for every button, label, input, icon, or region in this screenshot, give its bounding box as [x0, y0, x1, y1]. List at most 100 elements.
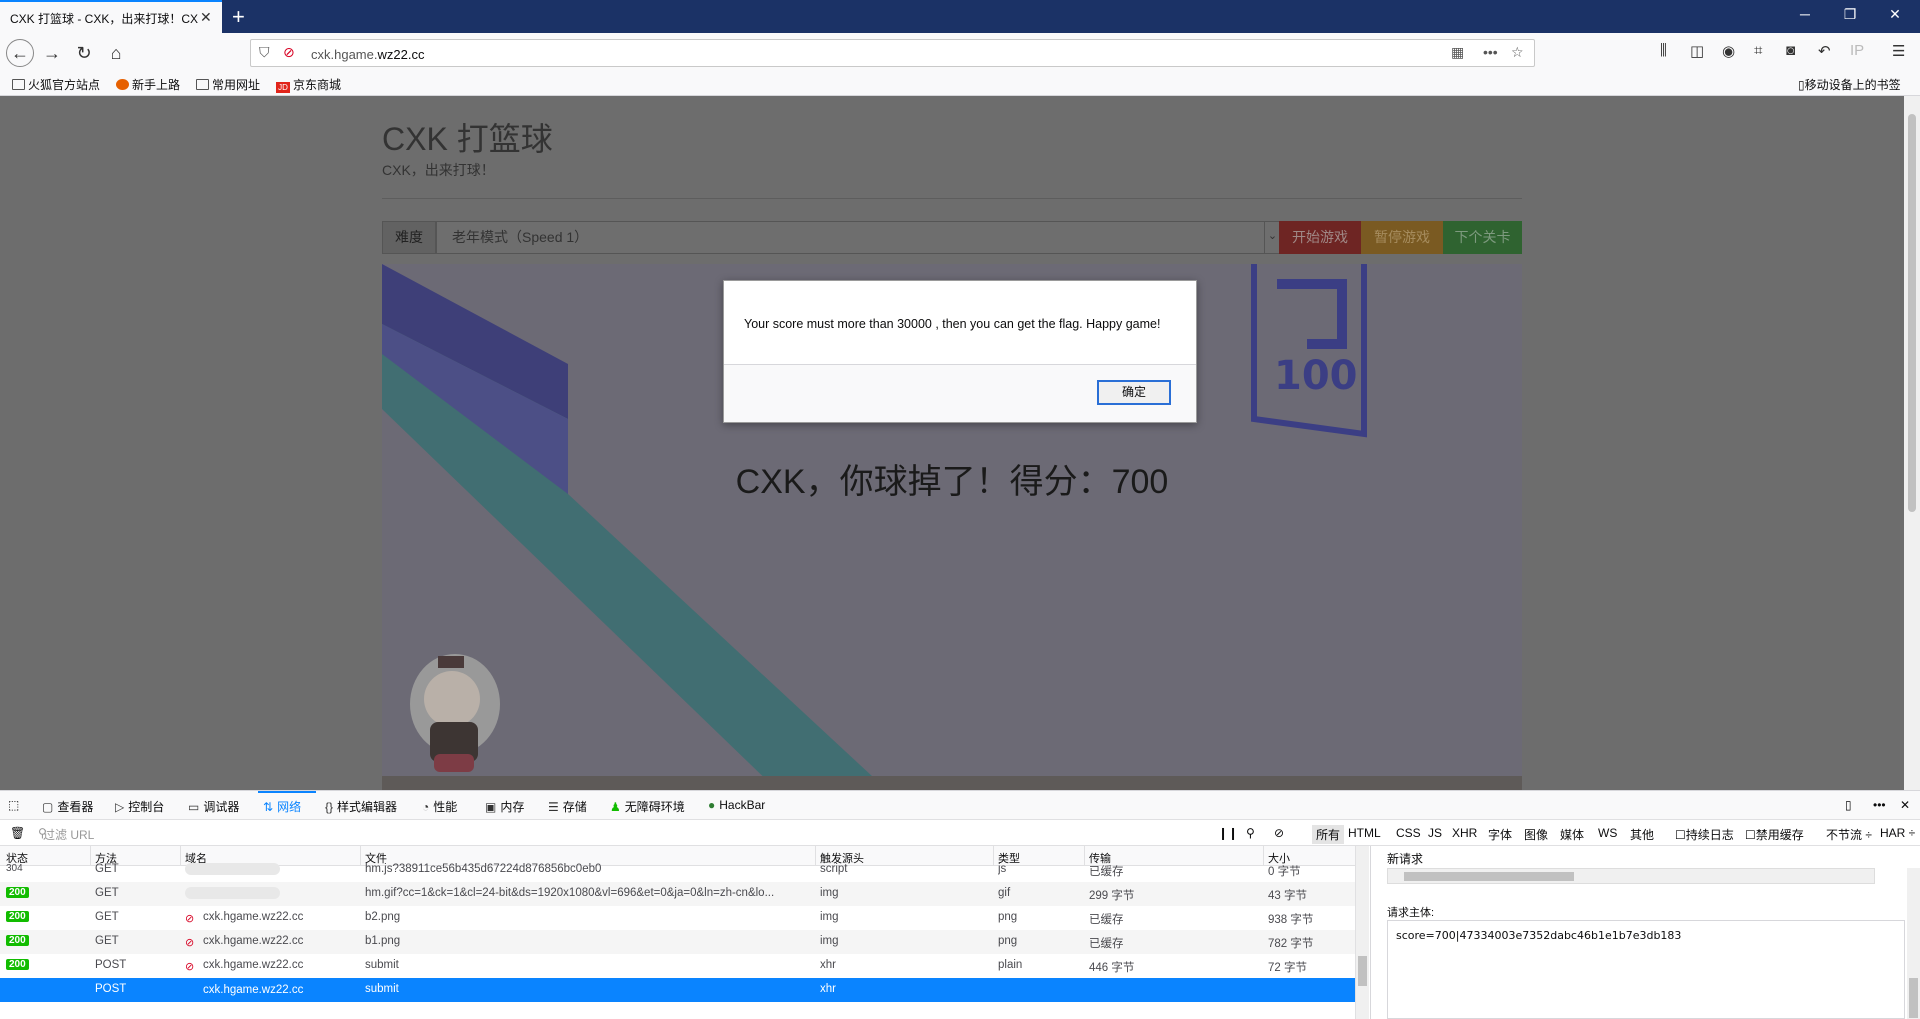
filter-type-image[interactable]: 图像: [1524, 826, 1548, 843]
pause-icon[interactable]: ❙❙: [1218, 826, 1238, 840]
table-row[interactable]: POST cxk.hgame.wz22.cc submit xhr: [0, 978, 1355, 1002]
har-menu[interactable]: HAR ÷: [1880, 826, 1915, 840]
persist-logs-checkbox[interactable]: ☐持续日志: [1675, 826, 1734, 843]
page-scrollbar[interactable]: [1904, 96, 1920, 790]
storage-icon: ☰: [548, 800, 559, 814]
filter-url-input[interactable]: 过滤 URL: [43, 826, 94, 843]
tab-style-editor[interactable]: {} 样式编辑器: [325, 798, 397, 815]
element-picker-icon[interactable]: ⬚: [8, 798, 19, 812]
start-game-button[interactable]: 开始游戏: [1279, 221, 1361, 254]
tab-performance[interactable]: ◔ 性能: [422, 798, 457, 815]
tab-close-icon[interactable]: ✕: [200, 9, 212, 26]
performance-icon: ◔: [422, 800, 430, 814]
svg-text:100: 100: [1274, 353, 1358, 399]
sidebar-icon[interactable]: ◫: [1690, 42, 1704, 60]
ip-icon[interactable]: IP: [1850, 42, 1864, 59]
reload-button[interactable]: ↻: [72, 41, 96, 65]
insecure-lock-icon[interactable]: ⊘: [283, 44, 295, 61]
filter-type-font[interactable]: 字体: [1488, 826, 1512, 843]
table-row[interactable]: 200 GET hm.gif?cc=1&ck=1&cl=24-bit&ds=1920…: [0, 882, 1355, 906]
devtools-menu-icon[interactable]: •••: [1873, 798, 1886, 812]
disable-cache-checkbox[interactable]: ☐禁用缓存: [1745, 826, 1804, 843]
search-icon[interactable]: ⚲: [1246, 826, 1255, 840]
menu-icon[interactable]: ☰: [1892, 42, 1905, 60]
difficulty-select[interactable]: 老年模式（Speed 1）: [436, 221, 1316, 254]
new-tab-icon[interactable]: +: [232, 4, 245, 30]
style-editor-icon: {}: [325, 800, 334, 814]
throttle-select[interactable]: 不节流 ÷: [1826, 826, 1872, 843]
cell-domain: ⊘ cxk.hgame.wz22.cc: [185, 959, 304, 972]
tab-debugger[interactable]: ▭ 调试器: [188, 798, 239, 815]
scrollbar-thumb[interactable]: [1908, 114, 1916, 512]
tab-network[interactable]: ⇅ 网络: [263, 798, 301, 815]
library-icon[interactable]: ⫼: [1660, 42, 1667, 59]
tab-memory[interactable]: ▣ 内存: [485, 798, 524, 815]
panel-title: 新请求: [1387, 852, 1424, 866]
cell-method: POST: [95, 959, 127, 971]
network-icon: ⇅: [263, 800, 274, 814]
window-close-icon[interactable]: ✕: [1880, 6, 1910, 23]
firefox-icon: [116, 79, 129, 90]
network-list-scrollbar[interactable]: [1355, 846, 1369, 1019]
forward-button[interactable]: →: [40, 41, 64, 65]
filter-type-css[interactable]: CSS: [1396, 826, 1421, 840]
tab-storage[interactable]: ☰ 存储: [548, 798, 587, 815]
cell-size: 72 字节: [1268, 962, 1307, 974]
filter-type-js[interactable]: JS: [1428, 826, 1442, 840]
tab-hackbar[interactable]: ● HackBar: [708, 798, 765, 812]
devtools-close-icon[interactable]: ✕: [1900, 798, 1910, 812]
chevron-down-icon[interactable]: ⌄: [1264, 221, 1280, 254]
table-row[interactable]: 200 GET ⊘ cxk.hgame.wz22.cc b2.png img png 已缓存 9…: [0, 906, 1355, 930]
ok-button[interactable]: 确定: [1097, 380, 1171, 405]
hackbar-icon: ●: [708, 798, 716, 812]
browser-tab[interactable]: CXK 打篮球 - CXK，出来打球！CX ✕: [0, 0, 222, 33]
table-row[interactable]: 200 GET ⊘ cxk.hgame.wz22.cc b1.png img png 已缓存 7…: [0, 930, 1355, 954]
chat-icon[interactable]: ◙: [1786, 42, 1795, 59]
mobile-bookmarks[interactable]: ▯移动设备上的书签: [1798, 76, 1901, 93]
scrollbar-thumb[interactable]: [1358, 956, 1367, 986]
request-body-text[interactable]: score=700|47334003e7352dabc46b1e1b7e3db1…: [1396, 929, 1681, 942]
bookmark-star-icon[interactable]: ☆: [1511, 44, 1524, 61]
bookmark-item[interactable]: 常用网址: [196, 76, 260, 93]
filter-type-xhr[interactable]: XHR: [1452, 826, 1477, 840]
undo-icon[interactable]: ↶: [1818, 42, 1831, 60]
filter-type-all[interactable]: 所有: [1312, 825, 1345, 844]
tab-console[interactable]: ▷ 控制台: [115, 798, 164, 815]
tab-inspector[interactable]: ▢ 查看器: [42, 798, 93, 815]
dock-icon[interactable]: ▯: [1845, 798, 1852, 812]
scrollbar-thumb[interactable]: [1404, 872, 1574, 881]
request-body-field[interactable]: score=700|47334003e7352dabc46b1e1b7e3db1…: [1387, 920, 1905, 1019]
next-level-button[interactable]: 下个关卡: [1443, 221, 1522, 254]
navigation-toolbar: ← → ↻ ⌂ ⛉ ⊘ cxk.hgame.wz22.cc ▦ ••• ☆ ⫼ …: [0, 33, 1920, 73]
panel-scrollbar[interactable]: [1907, 868, 1920, 1019]
filter-type-html[interactable]: HTML: [1348, 826, 1381, 840]
pause-game-button[interactable]: 暂停游戏: [1361, 221, 1443, 254]
trash-icon[interactable]: 🗑: [10, 826, 25, 840]
table-row[interactable]: 304 GET hm.js?38911ce56b435d67224d876856bc…: [0, 858, 1355, 882]
account-icon[interactable]: ◉: [1722, 42, 1735, 60]
status-badge: 200: [6, 959, 29, 970]
table-row[interactable]: 200 POST ⊘ cxk.hgame.wz22.cc submit xhr plain 4…: [0, 954, 1355, 978]
debugger-icon: ▭: [188, 800, 200, 814]
bookmark-item[interactable]: 火狐官方站点: [12, 76, 100, 93]
shield-icon[interactable]: ⛉: [259, 44, 270, 61]
page-actions-icon[interactable]: •••: [1483, 44, 1498, 60]
filter-type-ws[interactable]: WS: [1598, 826, 1617, 840]
tab-accessibility[interactable]: ♟ 无障碍环境: [610, 798, 685, 815]
filter-type-media[interactable]: 媒体: [1560, 826, 1584, 843]
filter-type-other[interactable]: 其他: [1630, 826, 1654, 843]
scrollbar-thumb[interactable]: [1909, 978, 1918, 1018]
block-icon[interactable]: ⊘: [1274, 826, 1284, 840]
url-bar[interactable]: ⛉ ⊘ cxk.hgame.wz22.cc ▦ ••• ☆: [250, 39, 1535, 67]
qrcode-icon[interactable]: ▦: [1451, 44, 1464, 61]
horizontal-scrollbar[interactable]: [1387, 868, 1875, 884]
minimize-icon[interactable]: ─: [1790, 6, 1820, 22]
back-button[interactable]: ←: [6, 39, 34, 67]
screenshot-icon[interactable]: ⌗: [1754, 42, 1762, 59]
dialog-body: Your score must more than 30000 , then y…: [724, 281, 1196, 365]
home-button[interactable]: ⌂: [104, 41, 128, 65]
bookmark-item[interactable]: 新手上路: [116, 76, 180, 93]
bookmark-item[interactable]: JD 京东商城: [276, 76, 341, 93]
restore-icon[interactable]: ❐: [1835, 6, 1865, 23]
url-text[interactable]: cxk.hgame.wz22.cc: [311, 47, 424, 62]
